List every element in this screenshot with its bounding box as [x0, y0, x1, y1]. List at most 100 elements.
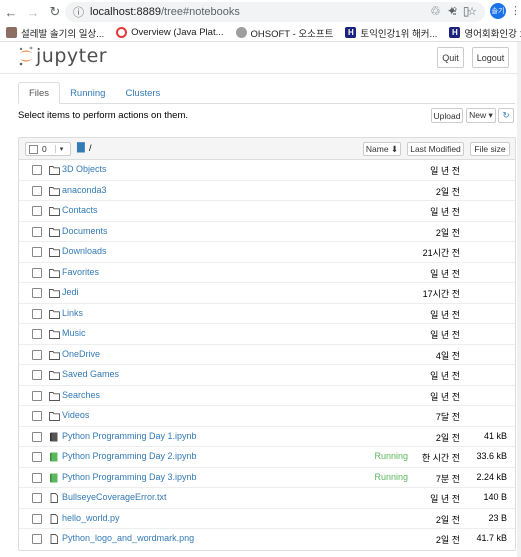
item-name-link[interactable]: Downloads [62, 246, 107, 256]
item-name-link[interactable]: Python Programming Day 3.ipynb [62, 472, 197, 482]
select-all-dropdown[interactable]: 0 ▾ [25, 142, 71, 156]
item-checkbox[interactable] [32, 185, 42, 196]
item-name-link[interactable]: hello_world.py [62, 513, 120, 523]
sort-name-button[interactable]: Name ⬇ [363, 142, 401, 156]
item-checkbox[interactable] [32, 493, 42, 503]
item-name-link[interactable]: Jedi [62, 287, 79, 297]
item-modified: 2일 전 [435, 186, 460, 197]
back-icon[interactable]: ← [0, 1, 22, 23]
list-item[interactable]: anaconda3 2일 전 [19, 181, 515, 201]
bookmark-4[interactable]: H 토익인강1위 해커... [345, 26, 437, 40]
jupyter-logo-text: jupyter [36, 45, 108, 67]
item-checkbox[interactable] [32, 247, 42, 257]
sidebar-icon[interactable]: ▯ [463, 4, 470, 18]
item-size: 23 B [488, 512, 507, 523]
item-name-link[interactable]: anaconda3 [62, 185, 107, 195]
item-checkbox[interactable] [32, 288, 42, 298]
item-checkbox[interactable] [32, 431, 42, 442]
list-item[interactable]: Python Programming Day 2.ipynb Running 한 시… [19, 447, 515, 468]
list-item[interactable]: Jedi 17시간 전 [19, 283, 515, 304]
list-item[interactable]: hello_world.py 2일 전 23 B [19, 509, 515, 529]
item-checkbox[interactable] [32, 165, 42, 175]
item-name-link[interactable]: OneDrive [62, 349, 100, 359]
folder-icon [49, 268, 60, 278]
item-name-link[interactable]: Links [62, 308, 83, 318]
running-indicator: Running [374, 451, 408, 461]
item-checkbox[interactable] [32, 472, 42, 483]
item-name-link[interactable]: Saved Games [62, 369, 119, 379]
item-checkbox[interactable] [32, 390, 42, 401]
bookmark-2[interactable]: Overview (Java Plat... [116, 27, 224, 38]
item-name-link[interactable]: Videos [62, 410, 89, 420]
list-item[interactable]: 3D Objects 일 년 전 [19, 160, 515, 181]
item-name-link[interactable]: Python_logo_and_wordmark.png [62, 533, 194, 543]
item-checkbox[interactable] [32, 329, 42, 339]
item-checkbox[interactable] [32, 513, 42, 524]
quit-button[interactable]: Quit [437, 47, 464, 68]
item-checkbox[interactable] [32, 349, 42, 360]
tab-running[interactable]: Running [60, 82, 115, 104]
list-item[interactable]: Favorites 일 년 전 [19, 263, 515, 283]
item-name-link[interactable]: Favorites [62, 267, 99, 277]
list-item[interactable]: Python Programming Day 3.ipynb Running 7분 … [19, 468, 515, 488]
item-modified: 17시간 전 [422, 289, 460, 299]
item-name-link[interactable]: Python Programming Day 1.ipynb [62, 431, 197, 441]
item-name-link[interactable]: Python Programming Day 2.ipynb [62, 451, 197, 461]
list-item[interactable]: BullseyeCoverageError.txt 일 년 전 140 B [19, 488, 515, 509]
tab-files[interactable]: Files [18, 82, 61, 104]
item-checkbox[interactable] [32, 452, 42, 462]
item-name-link[interactable]: Music [62, 328, 86, 338]
item-checkbox[interactable] [32, 411, 42, 421]
tab-clusters[interactable]: Clusters [115, 82, 170, 104]
recycle-icon[interactable]: ♲ [430, 4, 441, 18]
running-indicator: Running [374, 471, 408, 482]
bookmark-3[interactable]: OHSOFT - 오소프트 [235, 26, 333, 40]
list-item[interactable]: Python_logo_and_wordmark.png 2일 전 41.7 kB [19, 529, 515, 550]
jupyter-logo[interactable]: jupyter [18, 45, 107, 67]
refresh-button[interactable]: ↻ [498, 108, 514, 123]
item-checkbox[interactable] [32, 308, 42, 319]
list-item[interactable]: Videos 7달 전 [19, 406, 515, 427]
item-name-link[interactable]: Searches [62, 390, 100, 400]
bookmark-favicon-icon: H [345, 27, 357, 38]
list-item[interactable]: Python Programming Day 1.ipynb 2일 전 41 kB [19, 427, 515, 447]
page-scrollbar[interactable] [517, 42, 521, 557]
new-dropdown-button[interactable]: New ▾ [466, 108, 496, 123]
bookmark-5[interactable]: H영어회화인강 1위... [449, 26, 521, 40]
item-name-link[interactable]: BullseyeCoverageError.txt [62, 492, 167, 502]
home-folder-icon[interactable]: ▇ [77, 142, 85, 153]
upload-button[interactable]: Upload [431, 108, 463, 123]
item-name-link[interactable]: Contacts [62, 205, 98, 215]
item-checkbox[interactable] [32, 370, 42, 380]
item-checkbox[interactable] [32, 206, 42, 216]
list-item[interactable]: OneDrive 4일 전 [19, 345, 515, 365]
sort-file-size-button[interactable]: File size [470, 142, 510, 156]
sort-last-modified-button[interactable]: Last Modified [407, 142, 464, 156]
item-checkbox[interactable] [32, 267, 42, 278]
list-item[interactable]: Saved Games 일 년 전 [19, 365, 515, 386]
list-item[interactable]: Music 일 년 전 [19, 324, 515, 345]
logout-button[interactable]: Logout [472, 47, 509, 68]
item-checkbox[interactable] [32, 534, 42, 544]
address-bar[interactable]: ⓘ localhost:8889/tree#notebooks ⇪ ☆ [65, 2, 485, 22]
item-checkbox[interactable] [32, 226, 42, 237]
list-item[interactable]: Links 일 년 전 [19, 304, 515, 324]
list-item[interactable]: Documents 2일 전 [19, 222, 515, 242]
bookmark-1[interactable]: 설레발 솔기의 일상... [6, 26, 104, 40]
menu-dots-icon[interactable]: ⋮ [510, 4, 521, 17]
item-name-link[interactable]: Documents [62, 226, 108, 236]
forward-icon[interactable]: → [22, 1, 44, 23]
file-icon [49, 493, 60, 503]
breadcrumb[interactable]: / [89, 143, 92, 153]
profile-avatar[interactable]: 솔기 [490, 3, 506, 19]
extensions-icon[interactable]: ✦ [447, 4, 457, 18]
info-icon[interactable]: ⓘ [73, 4, 84, 20]
reload-icon[interactable]: ↻ [44, 1, 66, 23]
item-modified: 한 시간 전 [421, 453, 460, 463]
select-all-checkbox[interactable] [29, 144, 38, 154]
list-item[interactable]: Searches 일 년 전 [19, 386, 515, 406]
list-item[interactable]: Contacts 일 년 전 [19, 201, 515, 222]
item-name-link[interactable]: 3D Objects [62, 164, 107, 174]
list-item[interactable]: Downloads 21시간 전 [19, 242, 515, 263]
folder-icon [49, 329, 60, 339]
